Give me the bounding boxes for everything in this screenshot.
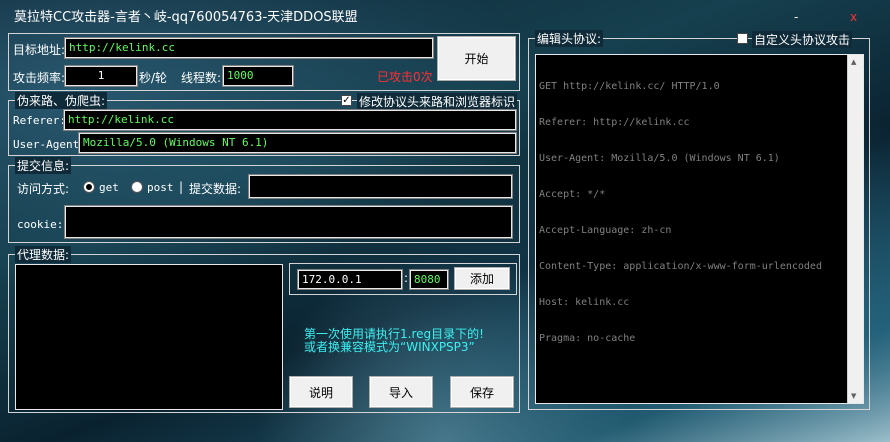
custom-headers-check-label: 自定义头协议攻击: [752, 31, 853, 48]
threads-input[interactable]: 1000: [222, 65, 294, 87]
header-line: User-Agent: Mozilla/5.0 (Windows NT 6.1): [539, 153, 780, 164]
modify-headers-check-label: 修改协议头来路和浏览器标识: [357, 93, 518, 110]
post-data-input[interactable]: [248, 174, 513, 199]
add-proxy-button[interactable]: 添加: [454, 267, 510, 290]
freq-label: 攻击频率:: [13, 71, 66, 85]
submit-panel: 提交信息: 访问方式: get post | 提交数据: cookie:: [8, 157, 520, 243]
import-button[interactable]: 导入: [369, 376, 433, 408]
get-radio[interactable]: [83, 181, 95, 193]
header-line: Accept-Language: zh-cn: [539, 225, 672, 236]
cookie-label: cookie:: [17, 218, 64, 231]
attack-count-status: 已攻击0次: [377, 70, 433, 84]
header-line: Pragma: no-cache: [539, 333, 636, 344]
close-button[interactable]: x: [850, 10, 857, 24]
save-button[interactable]: 保存: [450, 376, 514, 408]
header-line: Referer: http://kelink.cc: [539, 117, 690, 128]
post-data-label: 提交数据:: [189, 182, 242, 196]
method-separator: |: [179, 180, 184, 194]
cookie-input[interactable]: [64, 205, 513, 239]
proxy-list[interactable]: [15, 264, 283, 410]
target-url-input[interactable]: http://kelink.cc: [64, 37, 434, 59]
notice-line-2: 或者换兼容模式为“WINXPSP3”: [304, 340, 475, 354]
modify-headers-checkbox[interactable]: ✓: [341, 95, 352, 106]
window-title: 莫拉特CC攻击器-言者丶岐-qq760054763-天津DDOS联盟: [14, 10, 358, 25]
header-line: Content-Type: application/x-www-form-url…: [539, 261, 822, 272]
help-button[interactable]: 说明: [289, 376, 353, 408]
header-line: Accept: */*: [539, 189, 606, 200]
scroll-up-icon[interactable]: ▲: [851, 58, 856, 66]
custom-headers-checkbox[interactable]: [737, 33, 748, 44]
minimize-button[interactable]: -: [794, 10, 798, 24]
target-url-label: 目标地址:: [13, 43, 66, 57]
user-agent-input[interactable]: Mozilla/5.0 (Windows NT 6.1): [78, 132, 517, 154]
post-radio-label: post: [147, 181, 174, 194]
method-label: 访问方式:: [17, 182, 70, 196]
proxy-entry-panel: 172.0.0.1 : 8080 添加: [289, 263, 517, 295]
start-button[interactable]: 开始: [437, 36, 516, 81]
notice-line-1: 第一次使用请执行1.reg目录下的!: [304, 327, 484, 341]
headers-group-label: 编辑头协议:: [535, 30, 604, 47]
referer-label: Referer:: [13, 114, 66, 127]
submit-group-label: 提交信息:: [15, 157, 72, 174]
header-line: Host: kelink.cc: [539, 297, 630, 308]
headers-textarea[interactable]: GET http://kelink.cc/ HTTP/1.0 Referer: …: [535, 54, 864, 404]
spoof-panel: 伪来路、伪爬虫: ✓ 修改协议头来路和浏览器标识 Referer: http:/…: [8, 92, 520, 156]
header-line: GET http://kelink.cc/ HTTP/1.0: [539, 81, 720, 92]
freq-input[interactable]: 1: [64, 65, 138, 87]
scroll-down-icon[interactable]: ▼: [851, 392, 856, 400]
proxy-colon: :: [404, 271, 409, 285]
proxy-port-input[interactable]: 8080: [409, 269, 449, 290]
proxy-group-label: 代理数据:: [15, 246, 72, 263]
post-radio[interactable]: [131, 181, 143, 193]
threads-label: 线程数:: [181, 71, 222, 85]
user-agent-label: User-Agent:: [13, 138, 86, 151]
proxy-ip-input[interactable]: 172.0.0.1: [297, 269, 403, 290]
referer-input[interactable]: http://kelink.cc: [63, 109, 517, 131]
headers-panel: 编辑头协议: 自定义头协议攻击 GET http://kelink.cc/ HT…: [528, 30, 870, 410]
headers-scrollbar[interactable]: ▲ ▼: [847, 55, 863, 403]
spoof-group-label: 伪来路、伪爬虫:: [15, 92, 108, 109]
proxy-panel: 代理数据: 172.0.0.1 : 8080 添加 第一次使用请执行1.reg目…: [8, 246, 520, 413]
freq-unit-label: 秒/轮: [139, 71, 168, 85]
get-radio-label: get: [99, 181, 119, 194]
